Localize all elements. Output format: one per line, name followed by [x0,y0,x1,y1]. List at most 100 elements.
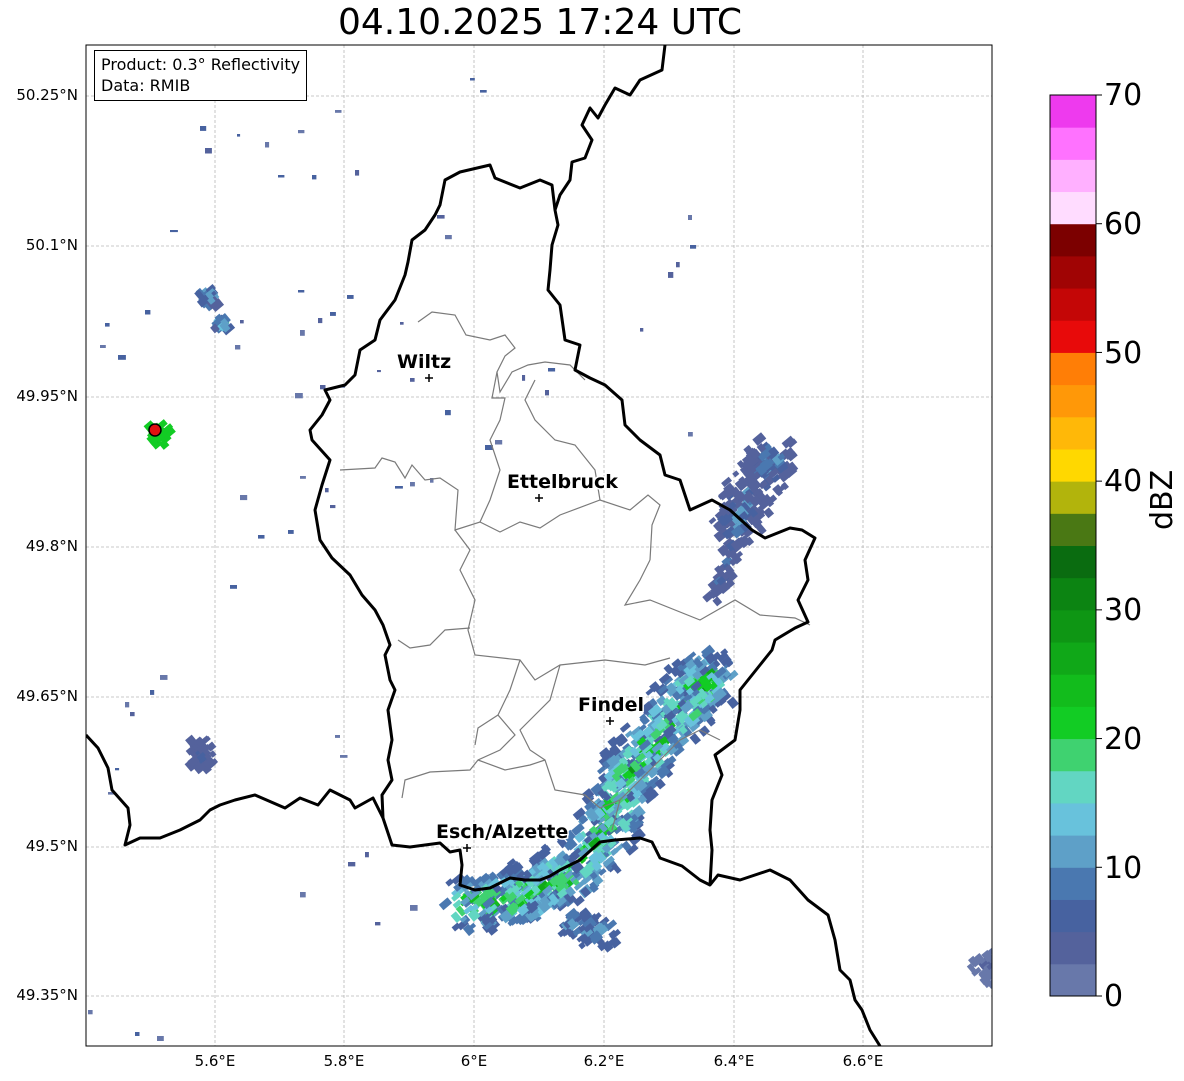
colorbar-tick-label: 50 [1104,336,1143,371]
radar-echo-speck [240,320,244,324]
radar-echo-speck [410,482,415,487]
city-markers [425,374,614,852]
radar-echo-speck [445,235,452,240]
colorbar-step [1050,577,1096,611]
radar-echo-cell [991,964,992,976]
colorbar-tick-label: 40 [1104,464,1143,499]
colorbar-step [1050,513,1096,546]
radar-echo-speck [157,1036,164,1041]
radar-echo-speck [258,535,265,539]
radar-echoes [88,78,992,1041]
colorbar-step [1050,481,1096,514]
colorbar-step [1050,609,1096,643]
radar-echo-cell [438,897,453,911]
colorbar-step [1050,770,1096,804]
radar-echo-speck [676,262,680,268]
radar-echo-speck [300,892,306,898]
colorbar-step [1050,320,1096,353]
colorbar-step [1050,706,1096,740]
radar-echo-speck [377,370,381,373]
colorbar-step [1050,867,1096,900]
radar-echo-speck [445,410,451,416]
radar-echo-speck [690,245,697,249]
radar-echo-speck [115,768,120,771]
radar-echo-cell [781,435,796,449]
radar-echo-speck [230,585,237,589]
lat-tick-label: 50.25°N [16,86,78,104]
radar-echo-speck [410,905,418,911]
radar-echo-speck [640,328,644,332]
radar-echo-speck [688,215,692,220]
lon-tick-label: 5.6°E [194,1052,236,1070]
radar-echo-speck [150,690,155,695]
colorbar-step [1050,95,1096,128]
city-label-esch-alzette: Esch/Alzette [436,821,568,843]
colorbar [1049,94,1102,997]
radar-echo-cell [732,470,740,478]
radar-echo-cell [763,507,775,519]
colorbar-tick-label: 70 [1104,78,1143,113]
colorbar-step [1050,416,1096,450]
radar-echo-speck [265,142,270,148]
city-label-ettelbruck: Ettelbruck [507,471,618,493]
colorbar-step [1050,191,1096,225]
radar-site-marker [148,423,162,437]
lon-tick-label: 6°E [460,1052,488,1070]
radar-echo-speck [105,323,110,327]
map-title: 04.10.2025 17:24 UTC [337,2,743,43]
radar-echo-speck [240,495,248,501]
radar-echo-speck [300,330,305,336]
radar-echo-speck [318,318,323,324]
radar-echo-speck [88,1010,93,1015]
radar-echo-speck [365,852,369,858]
colorbar-step [1050,127,1096,160]
radar-echo-speck [688,432,693,437]
colorbar-step [1050,642,1096,675]
radar-echo-speck [300,476,306,479]
radar-echo-speck [325,488,329,493]
product-label: Product: 0.3° Reflectivity [101,55,301,74]
radar-echo-speck [160,675,168,680]
radar-echo-speck [135,1032,140,1036]
radar-echo-speck [145,310,151,315]
radar-echo-cell [708,516,717,525]
lon-tick-label: 6.2°E [583,1052,625,1070]
radar-echo-speck [298,130,305,134]
radar-echo-cell [573,895,585,907]
radar-echo-speck [495,440,503,445]
radar-echo-speck [347,295,354,299]
radar-echo-speck [205,148,212,154]
radar-echo-speck [335,110,342,113]
radar-echo-speck [548,368,556,372]
radar-echo-cell [991,970,992,983]
radar-echo-speck [125,702,130,708]
colorbar-step [1050,159,1096,193]
radar-map: Wiltz Ettelbruck Findel Esch/Alzette [85,44,1102,1047]
colorbar-step [1050,288,1096,321]
radar-echo-speck [170,230,178,233]
radar-echo-speck [278,175,285,178]
lat-tick-label: 49.5°N [25,837,78,855]
colorbar-step [1050,255,1096,289]
colorbar-tick-label: 20 [1104,722,1143,757]
radar-echo-speck [410,378,415,382]
radar-echo-speck [330,312,336,316]
lat-tick-label: 49.95°N [16,387,78,405]
radar-echo-speck [522,375,526,381]
radar-echo-speck [298,290,305,293]
colorbar-step [1050,384,1096,418]
lon-tick-label: 5.8°E [323,1052,365,1070]
colorbar-step [1050,963,1096,997]
city-labels: Wiltz Ettelbruck Findel Esch/Alzette [396,350,646,845]
radar-echo-speck [118,355,126,360]
colorbar-step [1050,738,1096,772]
colorbar-step [1050,899,1096,933]
city-label-wiltz: Wiltz [397,351,451,373]
lat-tick-label: 49.35°N [16,986,78,1004]
radar-echo-cell [619,722,631,733]
radar-echo-speck [288,530,294,534]
radar-echo-speck [295,393,303,399]
colorbar-step [1050,352,1096,386]
radar-echo-speck [330,505,336,509]
colorbar-step [1050,931,1096,965]
